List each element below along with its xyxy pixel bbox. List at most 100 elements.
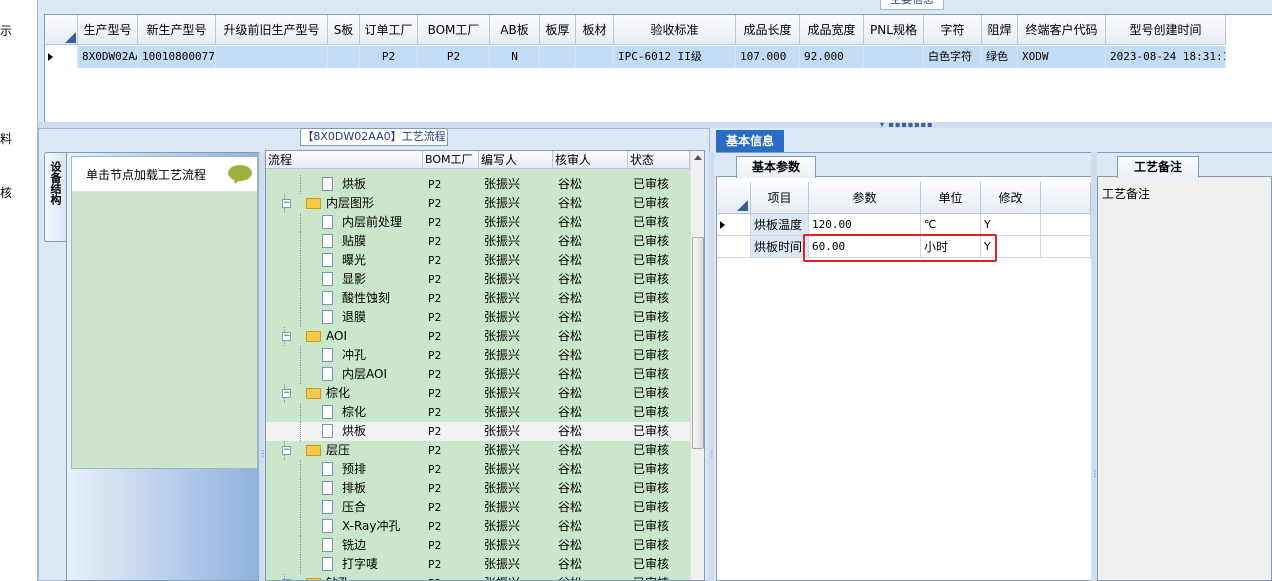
grid-col-header[interactable]: 生产型号 bbox=[78, 15, 138, 45]
tree-auditor: 谷松 bbox=[558, 215, 583, 229]
tree-col-status[interactable]: 状态 bbox=[628, 151, 690, 169]
grid-cell[interactable] bbox=[540, 46, 576, 68]
grid-col-header[interactable]: 板厚 bbox=[540, 15, 576, 45]
grid-col-header[interactable]: 成品长度 bbox=[736, 15, 800, 45]
scroll-up-icon[interactable] bbox=[694, 155, 702, 160]
tree-row[interactable]: 压合 P2 张振兴 谷松 已审核 bbox=[266, 498, 690, 517]
grid-col-header[interactable]: 验收标准 bbox=[614, 15, 736, 45]
grid-cell[interactable]: N bbox=[490, 46, 540, 68]
tree-col-flow[interactable]: 流程 bbox=[266, 151, 423, 169]
param-col-item[interactable]: 项目 bbox=[751, 182, 809, 214]
grid-cell[interactable]: 绿色 bbox=[982, 46, 1018, 68]
grid-cell[interactable] bbox=[576, 46, 614, 68]
param-modify[interactable]: Y bbox=[981, 214, 1041, 236]
vertical-splitter[interactable]: ⋮ bbox=[708, 152, 716, 581]
tree-line bbox=[300, 460, 301, 479]
grid-col-header[interactable]: 新生产型号 bbox=[138, 15, 216, 45]
tree-row[interactable]: − 棕化 P2 张振兴 谷松 已审核 bbox=[266, 384, 690, 403]
grid-col-header[interactable]: AB板 bbox=[490, 15, 540, 45]
param-col-modify[interactable]: 修改 bbox=[981, 182, 1041, 214]
grid-cell[interactable]: 8X0DW02AA0 bbox=[78, 46, 138, 68]
grid-cell[interactable]: P2 bbox=[418, 46, 490, 68]
grid-cell[interactable] bbox=[328, 46, 360, 68]
param-col-unit[interactable]: 单位 bbox=[921, 182, 981, 214]
tree-row[interactable]: 酸性蚀刻 P2 张振兴 谷松 已审核 bbox=[266, 289, 690, 308]
tree-row[interactable]: 铣边 P2 张振兴 谷松 已审核 bbox=[266, 536, 690, 555]
basic-info-tab[interactable]: 基本信息 bbox=[716, 130, 784, 152]
grid-cell[interactable] bbox=[216, 46, 328, 68]
left-strip-text: 示 bbox=[0, 24, 13, 38]
tree-scrollbar[interactable] bbox=[690, 151, 704, 580]
tree-row[interactable]: − AOI P2 张振兴 谷松 已审核 bbox=[266, 327, 690, 346]
grid-col-header[interactable]: 型号创建时间 bbox=[1106, 15, 1226, 45]
grid-col-header[interactable]: PNL规格 bbox=[864, 15, 924, 45]
process-notes-tab[interactable]: 工艺备注 bbox=[1117, 156, 1199, 178]
equipment-structure-tab[interactable]: 设备结构 bbox=[44, 152, 66, 242]
tree-row[interactable]: 贴膜 P2 张振兴 谷松 已审核 bbox=[266, 232, 690, 251]
process-notes-panel bbox=[1097, 152, 1272, 581]
row-indicator[interactable] bbox=[717, 214, 751, 236]
tree-col-auditor[interactable]: 核审人 bbox=[553, 151, 628, 169]
tree-row[interactable]: X-Ray冲孔 P2 张振兴 谷松 已审核 bbox=[266, 517, 690, 536]
tree-col-bom[interactable]: BOM工厂 bbox=[423, 151, 479, 169]
grid-cell[interactable]: IPC-6012 II级 bbox=[614, 46, 736, 68]
grid-cell[interactable]: 10010800077539 bbox=[138, 46, 216, 68]
param-value[interactable]: 120.00 bbox=[809, 214, 921, 236]
grid-cell[interactable]: 白色字符 bbox=[924, 46, 982, 68]
collapse-icon[interactable]: − bbox=[282, 199, 291, 208]
grid-col-header[interactable]: 升级前旧生产型号 bbox=[216, 15, 328, 45]
collapse-icon[interactable]: − bbox=[282, 332, 291, 341]
tree-row[interactable]: 排板 P2 张振兴 谷松 已审核 bbox=[266, 479, 690, 498]
scroll-thumb[interactable] bbox=[692, 237, 704, 449]
grid-col-header[interactable]: 字符 bbox=[924, 15, 982, 45]
tree-row[interactable]: 显影 P2 张振兴 谷松 已审核 bbox=[266, 270, 690, 289]
grid-col-header[interactable]: 阻焊 bbox=[982, 15, 1018, 45]
tree-row[interactable]: 打字唛 P2 张振兴 谷松 已审核 bbox=[266, 555, 690, 574]
grid-col-header[interactable]: 板材 bbox=[576, 15, 614, 45]
grid-cell[interactable]: XODW bbox=[1018, 46, 1106, 68]
grid-cell[interactable]: 107.000 bbox=[736, 46, 800, 68]
tree-line bbox=[300, 308, 301, 327]
grid-cell[interactable]: P2 bbox=[360, 46, 418, 68]
grid-cell[interactable] bbox=[864, 46, 924, 68]
tree-row[interactable]: 棕化 P2 张振兴 谷松 已审核 bbox=[266, 403, 690, 422]
grid-col-header[interactable]: 订单工厂 bbox=[360, 15, 418, 45]
tree-status: 已审核 bbox=[633, 519, 670, 533]
tree-row[interactable]: 曝光 P2 张振兴 谷松 已审核 bbox=[266, 251, 690, 270]
row-indicator[interactable] bbox=[717, 236, 751, 258]
process-notes-label: 工艺备注 bbox=[1102, 187, 1151, 201]
basic-params-tab[interactable]: 基本参数 bbox=[736, 156, 816, 178]
tree-status: 已审核 bbox=[633, 443, 670, 457]
tree-row[interactable]: 冲孔 P2 张振兴 谷松 已审核 bbox=[266, 346, 690, 365]
tree-col-writer[interactable]: 编写人 bbox=[479, 151, 553, 169]
tree-status: 已审核 bbox=[633, 196, 670, 210]
tree-row[interactable]: − 内层图形 P2 张振兴 谷松 已审核 bbox=[266, 194, 690, 213]
tree-row[interactable]: −钻孔P2张振兴谷松已审核 bbox=[266, 574, 690, 580]
grid-col-header[interactable]: 成品宽度 bbox=[800, 15, 864, 45]
tree-row[interactable]: 预排 P2 张振兴 谷松 已审核 bbox=[266, 460, 690, 479]
process-tree-grid[interactable]: 流程 BOM工厂 编写人 核审人 状态 烘板 P2 张振兴 谷松 已审核 − 内层图形 P2 张… bbox=[265, 150, 705, 581]
grid-cell[interactable]: 92.000 bbox=[800, 46, 864, 68]
row-pointer-icon bbox=[48, 53, 53, 61]
tree-status: 已审核 bbox=[633, 348, 670, 362]
tree-row[interactable]: 内层AOI P2 张振兴 谷松 已审核 bbox=[266, 365, 690, 384]
tree-row[interactable]: 退膜 P2 张振兴 谷松 已审核 bbox=[266, 308, 690, 327]
tree-row[interactable]: 内层前处理 P2 张振兴 谷松 已审核 bbox=[266, 213, 690, 232]
tree-row[interactable]: − 层压 P2 张振兴 谷松 已审核 bbox=[266, 441, 690, 460]
row-indicator[interactable] bbox=[45, 46, 78, 68]
tree-line bbox=[300, 365, 301, 384]
param-col-value[interactable]: 参数 bbox=[809, 182, 921, 214]
grid-cell[interactable]: 2023-08-24 18:31:14 bbox=[1106, 46, 1226, 68]
tree-row[interactable]: 烘板 P2 张振兴 谷松 已审核 bbox=[266, 422, 690, 441]
grid-col-header[interactable]: 终端客户代码 bbox=[1018, 15, 1106, 45]
tree-row[interactable]: 烘板 P2 张振兴 谷松 已审核 bbox=[266, 175, 690, 194]
tree-line bbox=[300, 422, 301, 441]
collapse-icon[interactable]: − bbox=[282, 446, 291, 455]
process-flow-tab[interactable]: 【8X0DW02AA0】工艺流程 bbox=[300, 128, 448, 146]
grid-col-header[interactable]: S板 bbox=[328, 15, 360, 45]
tree-auditor: 谷松 bbox=[558, 538, 583, 552]
grid-corner[interactable] bbox=[45, 15, 78, 45]
grid-col-header[interactable]: BOM工厂 bbox=[418, 15, 490, 45]
tree-bom: P2 bbox=[428, 539, 442, 552]
collapse-icon[interactable]: − bbox=[282, 389, 291, 398]
